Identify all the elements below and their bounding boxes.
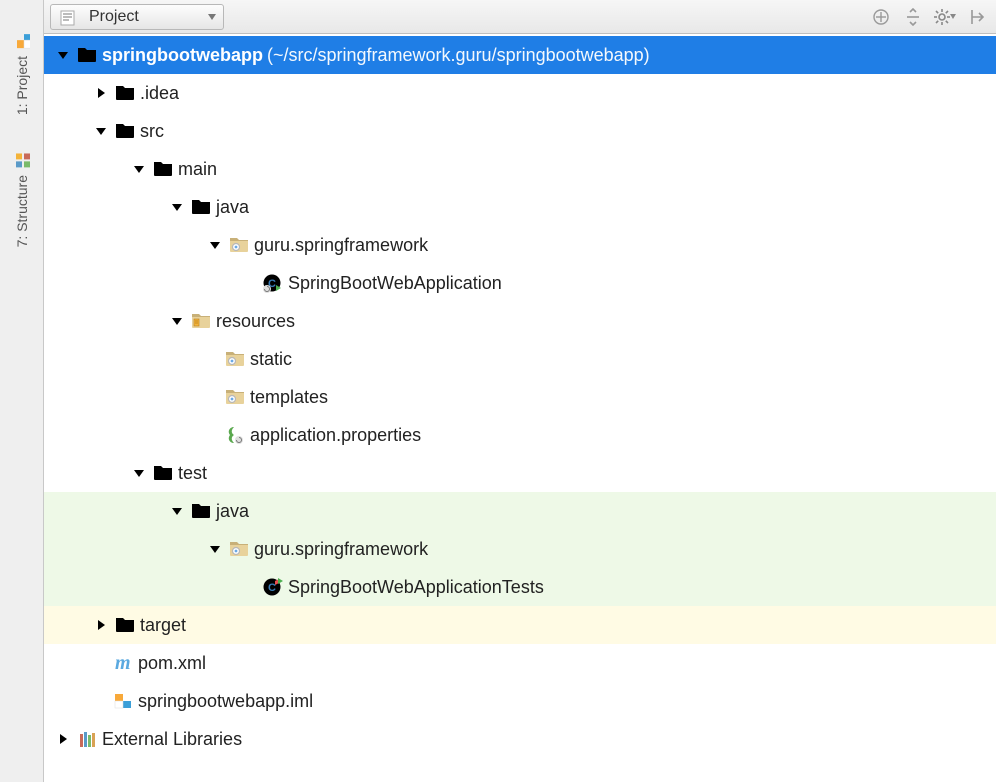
tool-window-bar: 1: Project 7: Structure [0,0,44,782]
hide-button[interactable] [964,4,990,30]
node-label: resources [216,311,295,332]
root-name: springbootwebapp [102,45,263,66]
root-path: (~/src/springframework.guru/springbootwe… [267,45,650,66]
expand-arrow-icon[interactable] [56,732,70,746]
node-label: java [216,197,249,218]
project-tree[interactable]: springbootwebapp (~/src/springframework.… [44,34,996,782]
expand-arrow-icon[interactable] [208,238,222,252]
tree-node-main[interactable]: main [44,150,996,188]
package-icon [228,539,250,559]
tree-node-package[interactable]: guru.springframework [44,226,996,264]
node-label: SpringBootWebApplicationTests [288,577,544,598]
tree-node-resources[interactable]: resources [44,302,996,340]
node-label: java [216,501,249,522]
package-icon [224,387,246,407]
node-label: pom.xml [138,653,206,674]
class-test-icon [262,577,284,597]
tree-node-idea[interactable]: .idea [44,74,996,112]
view-selector[interactable]: Project [50,4,224,30]
folder-icon [114,121,136,141]
node-label: static [250,349,292,370]
package-icon [228,235,250,255]
folder-icon [152,159,174,179]
class-run-icon [262,273,284,293]
folder-icon [152,463,174,483]
tree-node-src[interactable]: src [44,112,996,150]
expand-arrow-icon[interactable] [170,200,184,214]
node-label: templates [250,387,328,408]
chevron-down-icon [207,12,217,22]
expand-arrow-icon[interactable] [94,618,108,632]
tree-node-test-package[interactable]: guru.springframework [44,530,996,568]
project-panel: Project springbootwebapp (~/src/springfr… [44,0,996,782]
tree-node-test-class[interactable]: SpringBootWebApplicationTests [44,568,996,606]
tree-node-iml[interactable]: springbootwebapp.iml [44,682,996,720]
expand-arrow-icon[interactable] [170,504,184,518]
node-label: guru.springframework [254,235,428,256]
project-tool-icon [14,34,30,50]
properties-file-icon [224,425,246,445]
node-label: target [140,615,186,636]
test-folder-icon [190,501,212,521]
tree-node-static[interactable]: static [44,340,996,378]
iml-file-icon [112,691,134,711]
project-tool-tab[interactable]: 1: Project [10,24,34,125]
node-label: SpringBootWebApplication [288,273,502,294]
structure-tool-tab[interactable]: 7: Structure [10,143,34,257]
node-label: .idea [140,83,179,104]
tree-node-templates[interactable]: templates [44,378,996,416]
structure-tool-icon [14,153,30,169]
tree-node-app-properties[interactable]: application.properties [44,416,996,454]
tree-node-app-class[interactable]: SpringBootWebApplication [44,264,996,302]
view-selector-label: Project [89,8,139,26]
tree-node-target[interactable]: target [44,606,996,644]
tree-root[interactable]: springbootwebapp (~/src/springframework.… [44,36,996,74]
expand-arrow-icon[interactable] [170,314,184,328]
tree-node-java[interactable]: java [44,188,996,226]
maven-file-icon [112,653,134,673]
tree-node-test[interactable]: test [44,454,996,492]
expand-arrow-icon[interactable] [94,86,108,100]
tree-node-test-java[interactable]: java [44,492,996,530]
tree-node-external-libs[interactable]: External Libraries [44,720,996,758]
project-toolbar: Project [44,0,996,34]
expand-arrow-icon[interactable] [56,48,70,62]
package-icon [224,349,246,369]
tree-node-pom[interactable]: pom.xml [44,644,996,682]
node-label: springbootwebapp.iml [138,691,313,712]
libraries-icon [76,729,98,749]
node-label: src [140,121,164,142]
excluded-folder-icon [114,615,136,635]
settings-button[interactable] [932,4,958,30]
expand-arrow-icon[interactable] [132,162,146,176]
project-icon [57,7,79,27]
node-label: application.properties [250,425,421,446]
source-folder-icon [190,197,212,217]
node-label: test [178,463,207,484]
node-label: guru.springframework [254,539,428,560]
structure-tool-label: 7: Structure [14,175,30,247]
resources-folder-icon [190,311,212,331]
expand-arrow-icon[interactable] [132,466,146,480]
node-label: main [178,159,217,180]
folder-icon [114,83,136,103]
expand-arrow-icon[interactable] [208,542,222,556]
expand-arrow-icon[interactable] [94,124,108,138]
module-folder-icon [76,45,98,65]
autoscroll-button[interactable] [900,4,926,30]
scroll-to-source-button[interactable] [868,4,894,30]
node-label: External Libraries [102,729,242,750]
project-tool-label: 1: Project [14,56,30,115]
